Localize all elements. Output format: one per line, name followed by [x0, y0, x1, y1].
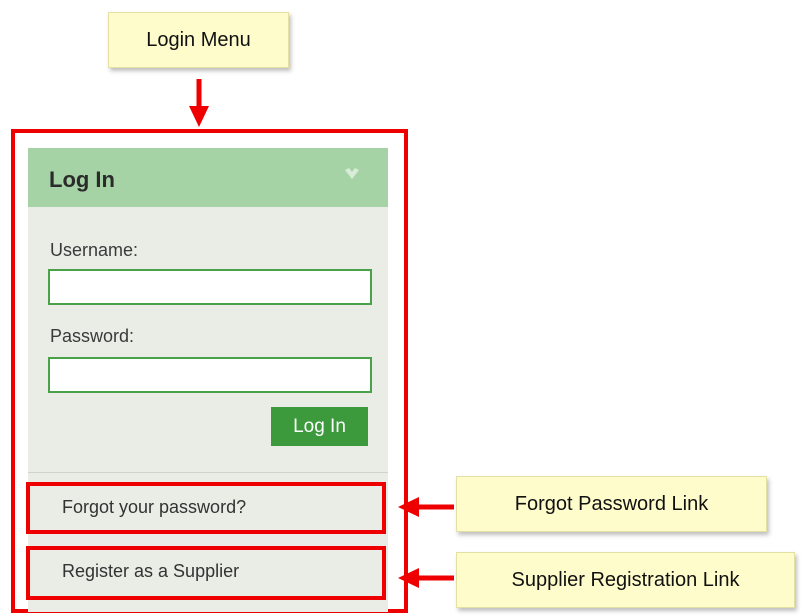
login-menu-panel: Log In Username: Password: Log In [28, 148, 388, 612]
forgot-password-callout-text: Forgot Password Link [514, 492, 709, 515]
forgot-password-callout: Forgot Password Link [456, 476, 767, 532]
login-menu-callout-text: Login Menu [146, 28, 251, 51]
register-supplier-link[interactable]: Register as a Supplier [62, 561, 239, 582]
forgot-password-highlight: Forgot your password? [26, 482, 386, 534]
password-label: Password: [50, 326, 135, 346]
login-menu-callout: Login Menu [108, 12, 289, 68]
down-arrow-icon [189, 79, 209, 127]
username-label: Username: [50, 240, 139, 260]
chevron-down-icon[interactable] [345, 168, 359, 180]
register-supplier-highlight: Register as a Supplier [26, 546, 386, 600]
panel-title: Log In [49, 167, 115, 192]
password-input[interactable] [48, 357, 372, 393]
login-button[interactable]: Log In [271, 407, 368, 446]
forgot-password-link[interactable]: Forgot your password? [62, 497, 246, 518]
panel-divider [28, 472, 388, 473]
login-panel-header[interactable]: Log In [28, 148, 388, 207]
supplier-registration-callout: Supplier Registration Link [456, 552, 795, 608]
supplier-registration-callout-text: Supplier Registration Link [511, 568, 740, 591]
username-input[interactable] [48, 269, 372, 305]
